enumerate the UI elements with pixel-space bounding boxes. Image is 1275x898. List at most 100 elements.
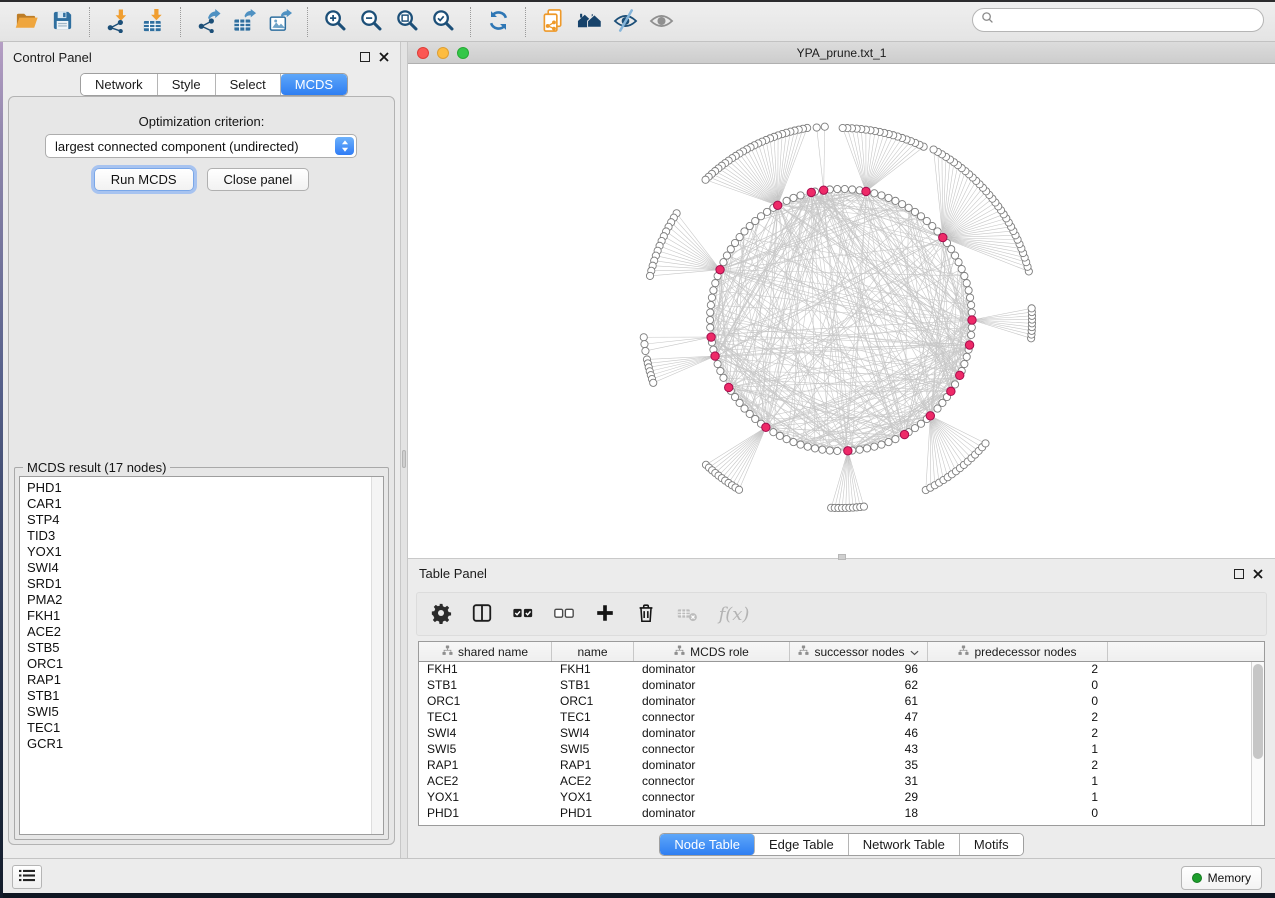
dominator-node[interactable] xyxy=(773,201,781,209)
mcds-result-item[interactable]: ACE2 xyxy=(20,624,383,640)
search-input[interactable] xyxy=(999,13,1255,27)
cell-successor-nodes[interactable]: 35 xyxy=(790,758,928,774)
dominator-node[interactable] xyxy=(807,188,815,196)
share-document-button[interactable] xyxy=(535,6,571,38)
cell-successor-nodes[interactable]: 43 xyxy=(790,742,928,758)
import-network-button[interactable] xyxy=(99,6,135,38)
columns-button[interactable] xyxy=(468,600,496,628)
table-scrollbar-thumb[interactable] xyxy=(1253,664,1263,759)
tab-edge-table[interactable]: Edge Table xyxy=(755,834,849,855)
memory-button[interactable]: Memory xyxy=(1181,866,1262,890)
table-scrollbar[interactable] xyxy=(1251,662,1264,825)
mcds-result-item[interactable]: STB1 xyxy=(20,688,383,704)
table-row[interactable]: STB1STB1dominator620 xyxy=(419,678,1264,694)
run-mcds-button[interactable]: Run MCDS xyxy=(94,168,194,191)
dominator-node[interactable] xyxy=(716,265,724,273)
float-table-panel-icon[interactable] xyxy=(1234,569,1244,579)
criterion-dropdown[interactable]: largest connected component (undirected) xyxy=(45,134,357,158)
table-panel-resize-handle[interactable] xyxy=(838,554,846,560)
mcds-result-item[interactable]: TID3 xyxy=(20,528,383,544)
show-graphics-button[interactable] xyxy=(643,6,679,38)
mcds-result-item[interactable]: CAR1 xyxy=(20,496,383,512)
cell-MCDS-role[interactable]: dominator xyxy=(634,726,790,742)
cell-name[interactable]: ACE2 xyxy=(552,774,634,790)
table-row[interactable]: ACE2ACE2connector311 xyxy=(419,774,1264,790)
tab-network-table[interactable]: Network Table xyxy=(849,834,960,855)
zoom-fit-button[interactable] xyxy=(389,6,425,38)
tab-node-table[interactable]: Node Table xyxy=(660,834,755,855)
dominator-node[interactable] xyxy=(707,333,715,341)
cell-shared-name[interactable]: YOX1 xyxy=(419,790,552,806)
cell-successor-nodes[interactable]: 62 xyxy=(790,678,928,694)
export-network-button[interactable] xyxy=(190,6,226,38)
task-history-button[interactable] xyxy=(12,865,42,889)
cell-predecessor-nodes[interactable]: 2 xyxy=(928,726,1108,742)
network-graph[interactable] xyxy=(408,64,1275,558)
dominator-node[interactable] xyxy=(862,187,870,195)
dominator-node[interactable] xyxy=(926,412,934,420)
tab-select[interactable]: Select xyxy=(216,74,281,95)
cell-MCDS-role[interactable]: dominator xyxy=(634,678,790,694)
dominator-node[interactable] xyxy=(844,447,852,455)
close-table-panel-icon[interactable] xyxy=(1252,568,1264,580)
mcds-result-item[interactable]: PHD1 xyxy=(20,480,383,496)
cell-name[interactable]: SWI5 xyxy=(552,742,634,758)
import-table-button[interactable] xyxy=(135,6,171,38)
tab-network[interactable]: Network xyxy=(81,74,158,95)
cell-predecessor-nodes[interactable]: 1 xyxy=(928,774,1108,790)
home-button[interactable] xyxy=(571,6,607,38)
cell-successor-nodes[interactable]: 31 xyxy=(790,774,928,790)
refresh-button[interactable] xyxy=(480,6,516,38)
cell-predecessor-nodes[interactable]: 2 xyxy=(928,662,1108,678)
dominator-node[interactable] xyxy=(762,423,770,431)
panel-divider[interactable] xyxy=(400,42,408,858)
cell-shared-name[interactable]: RAP1 xyxy=(419,758,552,774)
network-canvas[interactable] xyxy=(408,64,1275,558)
export-image-button[interactable] xyxy=(262,6,298,38)
cell-name[interactable]: TEC1 xyxy=(552,710,634,726)
cell-name[interactable]: RAP1 xyxy=(552,758,634,774)
cell-predecessor-nodes[interactable]: 0 xyxy=(928,806,1108,822)
mcds-result-item[interactable]: STB5 xyxy=(20,640,383,656)
cell-MCDS-role[interactable]: dominator xyxy=(634,806,790,822)
zoom-selected-button[interactable] xyxy=(425,6,461,38)
add-button[interactable] xyxy=(591,600,619,628)
divider-handle[interactable] xyxy=(402,450,406,468)
cell-name[interactable]: PHD1 xyxy=(552,806,634,822)
table-row[interactable]: RAP1RAP1dominator352 xyxy=(419,758,1264,774)
dominator-node[interactable] xyxy=(947,387,955,395)
dominator-node[interactable] xyxy=(711,352,719,360)
cell-MCDS-role[interactable]: connector xyxy=(634,742,790,758)
cell-shared-name[interactable]: PHD1 xyxy=(419,806,552,822)
mcds-result-item[interactable]: PMA2 xyxy=(20,592,383,608)
mcds-result-item[interactable]: RAP1 xyxy=(20,672,383,688)
cell-name[interactable]: STB1 xyxy=(552,678,634,694)
cell-MCDS-role[interactable]: connector xyxy=(634,710,790,726)
hide-graphics-button[interactable] xyxy=(607,6,643,38)
mcds-result-item[interactable]: TEC1 xyxy=(20,720,383,736)
column-header-MCDS-role[interactable]: MCDS role xyxy=(634,642,790,661)
cell-shared-name[interactable]: SWI4 xyxy=(419,726,552,742)
mcds-result-item[interactable]: SRD1 xyxy=(20,576,383,592)
tab-mcds[interactable]: MCDS xyxy=(281,74,347,95)
cell-MCDS-role[interactable]: dominator xyxy=(634,758,790,774)
delete-button[interactable] xyxy=(632,600,660,628)
table-row[interactable]: PHD1PHD1dominator180 xyxy=(419,806,1264,822)
cell-successor-nodes[interactable]: 18 xyxy=(790,806,928,822)
unchecked-pair-button[interactable] xyxy=(550,600,578,628)
close-panel-icon[interactable] xyxy=(378,51,390,63)
zoom-in-button[interactable] xyxy=(317,6,353,38)
export-table-button[interactable] xyxy=(226,6,262,38)
mcds-result-item[interactable]: GCR1 xyxy=(20,736,383,752)
node-table[interactable]: shared namenameMCDS rolesuccessor nodesp… xyxy=(418,641,1265,826)
dominator-node[interactable] xyxy=(956,371,964,379)
cell-name[interactable]: YOX1 xyxy=(552,790,634,806)
cell-shared-name[interactable]: STB1 xyxy=(419,678,552,694)
table-row[interactable]: FKH1FKH1dominator962 xyxy=(419,662,1264,678)
dominator-node[interactable] xyxy=(725,383,733,391)
table-row[interactable]: YOX1YOX1connector291 xyxy=(419,790,1264,806)
close-panel-button[interactable]: Close panel xyxy=(207,168,310,191)
table-row[interactable]: SWI5SWI5connector431 xyxy=(419,742,1264,758)
mcds-result-item[interactable]: YOX1 xyxy=(20,544,383,560)
column-header-successor-nodes[interactable]: successor nodes xyxy=(790,642,928,661)
